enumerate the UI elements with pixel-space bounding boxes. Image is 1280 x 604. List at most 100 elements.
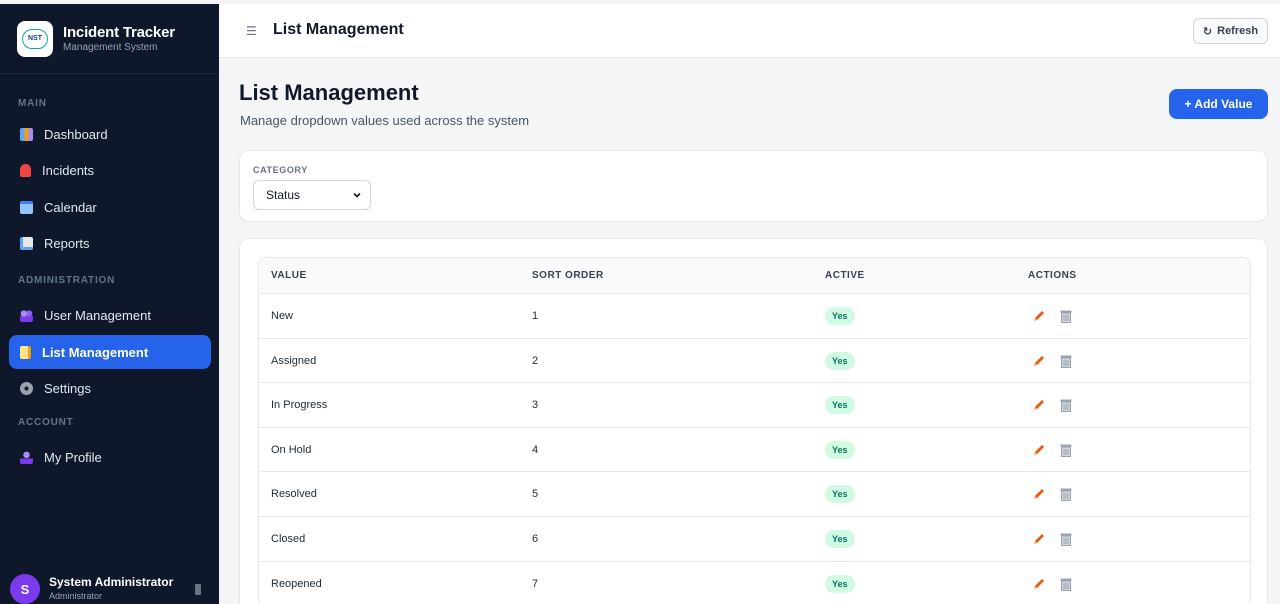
cell-sort-order: 3 bbox=[532, 399, 539, 412]
cell-sort-order: 1 bbox=[532, 310, 539, 322]
cell-value: Closed bbox=[271, 532, 306, 545]
sidebar-item-settings[interactable]: Settings bbox=[9, 371, 211, 405]
status-badge: Yes bbox=[825, 440, 855, 459]
cell-sort-order: 4 bbox=[532, 443, 539, 456]
sidebar-item-label: Settings bbox=[44, 380, 91, 396]
user-box[interactable]: S System Administrator Administrator bbox=[0, 574, 219, 604]
user-name: System Administrator bbox=[49, 575, 174, 589]
section-label-account: ACCOUNT bbox=[18, 417, 74, 428]
edit-icon[interactable] bbox=[1032, 309, 1046, 323]
page-title: List Management bbox=[239, 80, 419, 105]
table-row: Closed 6 Yes bbox=[259, 516, 1250, 562]
column-header-actions: ACTIONS bbox=[1028, 270, 1077, 281]
sidebar-item-reports[interactable]: Reports bbox=[9, 226, 211, 260]
chevron-down-icon bbox=[353, 192, 361, 198]
cell-value: New bbox=[271, 310, 294, 322]
section-label-main: MAIN bbox=[18, 98, 47, 109]
delete-icon[interactable] bbox=[1060, 487, 1072, 502]
sidebar-item-label: My Profile bbox=[44, 449, 102, 465]
topbar: ☰ List Management ↻ Refresh bbox=[219, 4, 1280, 58]
sidebar-item-my-profile[interactable]: My Profile bbox=[9, 440, 211, 474]
category-label: CATEGORY bbox=[253, 165, 308, 175]
column-header-active: ACTIVE bbox=[825, 270, 865, 281]
sidebar-item-user-management[interactable]: User Management bbox=[9, 298, 211, 332]
category-selected-value: Status bbox=[266, 188, 301, 202]
siren-icon bbox=[20, 163, 31, 177]
gear-icon bbox=[20, 381, 33, 395]
sidebar-item-label: List Management bbox=[42, 344, 149, 360]
edit-icon[interactable] bbox=[1032, 577, 1046, 591]
refresh-label: Refresh bbox=[1217, 25, 1259, 37]
add-value-button[interactable]: + Add Value bbox=[1169, 89, 1268, 119]
table-row: New 1 Yes bbox=[259, 294, 1250, 339]
brand-subtitle: Management System bbox=[63, 42, 158, 53]
status-badge: Yes bbox=[825, 574, 855, 593]
chart-icon bbox=[20, 236, 33, 250]
status-badge: Yes bbox=[825, 351, 855, 370]
table-row: Assigned 2 Yes bbox=[259, 338, 1250, 384]
cell-value: Resolved bbox=[271, 488, 317, 501]
column-header-sort-order: SORT ORDER bbox=[532, 270, 604, 281]
calendar-icon bbox=[20, 200, 33, 214]
edit-icon[interactable] bbox=[1032, 398, 1046, 412]
refresh-icon: ↻ bbox=[1202, 25, 1213, 38]
delete-icon[interactable] bbox=[1060, 532, 1072, 546]
column-header-value: VALUE bbox=[271, 270, 307, 281]
cell-sort-order: 5 bbox=[532, 488, 539, 501]
table-header: VALUE SORT ORDER ACTIVE ACTIONS bbox=[259, 258, 1250, 294]
page-subtitle: Manage dropdown values used across the s… bbox=[240, 113, 530, 128]
table-card: VALUE SORT ORDER ACTIVE ACTIONS New 1 Yes A… bbox=[239, 238, 1268, 604]
logo-mark: NST bbox=[22, 28, 48, 49]
logout-icon[interactable] bbox=[195, 584, 201, 595]
dashboard-icon bbox=[20, 127, 33, 141]
delete-icon[interactable] bbox=[1060, 309, 1072, 323]
sidebar-item-calendar[interactable]: Calendar bbox=[9, 190, 211, 224]
table-row: In Progress 3 Yes bbox=[259, 383, 1250, 428]
delete-icon[interactable] bbox=[1060, 354, 1072, 368]
sidebar-item-label: Incidents bbox=[42, 162, 95, 178]
sidebar-item-label: Dashboard bbox=[44, 126, 108, 142]
sidebar-item-label: User Management bbox=[44, 307, 151, 323]
cell-value: In Progress bbox=[271, 399, 328, 412]
brand-title: Incident Tracker bbox=[63, 24, 175, 41]
values-table: VALUE SORT ORDER ACTIVE ACTIONS New 1 Yes A… bbox=[258, 257, 1251, 604]
sidebar-item-label: Reports bbox=[44, 235, 90, 251]
table-row: On Hold 4 Yes bbox=[259, 427, 1250, 473]
status-badge: Yes bbox=[825, 396, 855, 415]
sidebar: NST Incident Tracker Management System M… bbox=[0, 4, 219, 604]
filter-card: CATEGORY Status bbox=[239, 150, 1268, 222]
section-label-administration: ADMINISTRATION bbox=[18, 275, 116, 286]
edit-icon[interactable] bbox=[1032, 354, 1046, 368]
sidebar-item-dashboard[interactable]: Dashboard bbox=[9, 117, 211, 151]
status-badge: Yes bbox=[825, 485, 855, 504]
edit-icon[interactable] bbox=[1032, 443, 1046, 457]
delete-icon[interactable] bbox=[1060, 577, 1072, 591]
cell-value: Assigned bbox=[271, 354, 317, 367]
delete-icon[interactable] bbox=[1060, 443, 1072, 457]
cell-value: Reopened bbox=[271, 577, 322, 590]
table-row: Resolved 5 Yes bbox=[259, 472, 1250, 517]
edit-icon[interactable] bbox=[1032, 487, 1046, 501]
user-role: Administrator bbox=[49, 591, 103, 601]
category-select[interactable]: Status bbox=[253, 180, 371, 210]
delete-icon[interactable] bbox=[1060, 398, 1072, 413]
sidebar-item-label: Calendar bbox=[44, 199, 97, 215]
status-badge: Yes bbox=[825, 529, 855, 548]
document-icon bbox=[20, 345, 31, 359]
menu-icon[interactable]: ☰ bbox=[246, 24, 257, 38]
status-badge: Yes bbox=[825, 307, 855, 325]
avatar: S bbox=[10, 574, 40, 604]
edit-icon[interactable] bbox=[1032, 532, 1046, 546]
refresh-button[interactable]: ↻ Refresh bbox=[1193, 18, 1268, 44]
topbar-title: List Management bbox=[273, 21, 404, 38]
table-row: Reopened 7 Yes bbox=[259, 561, 1250, 604]
brand[interactable]: NST Incident Tracker Management System bbox=[0, 4, 219, 74]
sidebar-item-incidents[interactable]: Incidents bbox=[9, 153, 211, 187]
cell-sort-order: 2 bbox=[532, 354, 539, 367]
logo: NST bbox=[17, 20, 53, 57]
user-icon bbox=[20, 450, 33, 464]
users-icon bbox=[20, 308, 33, 322]
cell-value: On Hold bbox=[271, 443, 312, 456]
sidebar-item-list-management[interactable]: List Management bbox=[9, 335, 211, 369]
cell-sort-order: 7 bbox=[532, 577, 539, 590]
